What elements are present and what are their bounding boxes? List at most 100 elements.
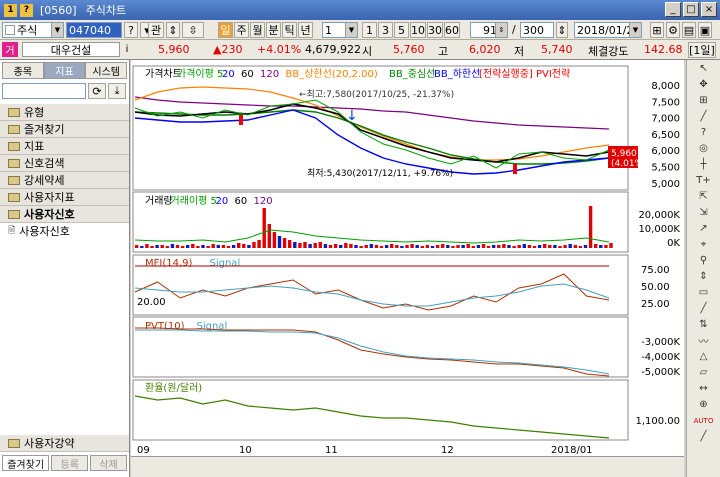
period-tick-button[interactable]: 틱 — [282, 22, 297, 38]
low-annotation: 최저:5,430(2017/12/11, +9.76%) — [307, 168, 453, 179]
tree-item-type[interactable]: 유형 — [0, 104, 129, 121]
draw-tool-11-icon[interactable]: ⌖ — [692, 237, 716, 252]
volume-bar — [145, 244, 149, 248]
volume-bar — [150, 246, 154, 248]
tree-item-favorites[interactable]: 즐겨찾기 — [0, 121, 129, 138]
compare-icon[interactable]: ⇕ — [166, 22, 180, 38]
tree-label: 유형 — [24, 106, 45, 119]
volume-bar — [298, 243, 302, 248]
draw-tool-22-icon[interactable]: AUTO — [692, 413, 716, 428]
draw-tool-17-icon[interactable]: 〰 — [692, 333, 716, 348]
draw-tool-18-icon[interactable]: △ — [692, 349, 716, 364]
tab-system[interactable]: 시스템 — [85, 62, 128, 79]
interval-1-button[interactable]: 1 — [362, 22, 377, 38]
volume-bar — [282, 238, 287, 248]
grid-icon[interactable]: ⊞ — [650, 22, 664, 38]
x-axis-label: 2018/01 — [551, 445, 593, 456]
volume-bar — [476, 245, 481, 248]
period-day-button[interactable]: 일 — [218, 22, 233, 38]
volume-bar — [553, 245, 557, 248]
interest-button[interactable]: 관 — [148, 22, 164, 38]
tree-item-indicator[interactable]: 지표 — [0, 138, 129, 155]
volume-bar — [374, 245, 379, 248]
draw-tool-14-icon[interactable]: ▭ — [692, 285, 716, 300]
draw-tool-6-icon[interactable]: ┼ — [692, 157, 716, 172]
favorites-button[interactable]: 즐겨찾기 — [2, 455, 50, 471]
chart-canvas[interactable]: 가격차트가격이평 520 60 120 BB_상한선(20,2.00) BB_중심선BB… — [131, 60, 684, 477]
tree-item-signal-search[interactable]: 신호검색 — [0, 155, 129, 172]
interval-5-button[interactable]: 5 — [394, 22, 409, 38]
tab-stock[interactable]: 종목 — [2, 62, 44, 79]
change-rate: +4.01% — [257, 43, 302, 56]
draw-tool-12-icon[interactable]: ⚲ — [692, 253, 716, 268]
period-minute-button[interactable]: 분 — [266, 22, 281, 38]
help-icon[interactable]: ? — [20, 3, 33, 17]
tree-item-strength[interactable]: 강세약세 — [0, 172, 129, 189]
date-select[interactable]: 2018/01/20 ▼ — [574, 22, 642, 38]
tree-item-user-signal[interactable]: 사용자신호 — [0, 206, 129, 223]
draw-tool-13-icon[interactable]: ⇕ — [692, 269, 716, 284]
interval-30-button[interactable]: 30 — [427, 22, 443, 38]
volume-bar — [543, 244, 547, 248]
tree-subitem[interactable]: 🗎 사용자신호 — [0, 223, 129, 239]
draw-tool-4-icon[interactable]: ? — [692, 125, 716, 140]
volume-bar — [344, 243, 348, 248]
draw-tool-8-icon[interactable]: ⇱ — [692, 189, 716, 204]
indicator-search-input[interactable] — [2, 83, 86, 99]
minimize-button[interactable]: _ — [665, 2, 681, 17]
draw-tool-19-icon[interactable]: ▱ — [692, 365, 716, 380]
draw-tool-5-icon[interactable]: ◎ — [692, 141, 716, 156]
market-select[interactable]: 주식 ▼ — [2, 22, 64, 38]
save-icon[interactable]: ▣ — [698, 22, 712, 38]
total-spin[interactable]: ⇕ — [556, 22, 568, 38]
volume-bar — [415, 245, 419, 248]
period-month-button[interactable]: 월 — [250, 22, 265, 38]
period-week-button[interactable]: 주 — [234, 22, 249, 38]
count-input[interactable]: 91 ⇕ — [470, 22, 508, 38]
draw-tool-0-icon[interactable]: ↖ — [692, 61, 716, 76]
draw-tool-1-icon[interactable]: ✥ — [692, 77, 716, 92]
info-icon[interactable]: i — [122, 42, 132, 57]
layout-icon[interactable]: ▤ — [682, 22, 696, 38]
link-icon[interactable]: ⇳ — [182, 22, 204, 38]
tree-item-user-indicator[interactable]: 사용자지표 — [0, 189, 129, 206]
delete-button[interactable]: 삭제 — [90, 455, 127, 471]
draw-tool-15-icon[interactable]: ╱ — [692, 301, 716, 316]
tab-indicator[interactable]: 지표 — [43, 62, 86, 79]
draw-tool-3-icon[interactable]: ╱ — [692, 109, 716, 124]
draw-tool-9-icon[interactable]: ⇲ — [692, 205, 716, 220]
volume-bar — [563, 245, 567, 248]
stock-code-input[interactable]: 047040 — [66, 22, 122, 38]
interval-60-button[interactable]: 60 — [444, 22, 460, 38]
download-icon[interactable]: ⤓ — [108, 83, 126, 99]
interval-select[interactable]: 1 ▼ — [322, 22, 358, 38]
interval-3-button[interactable]: 3 — [378, 22, 393, 38]
interval-10-button[interactable]: 10 — [410, 22, 426, 38]
sell-signal-marker: ↓ — [346, 108, 358, 124]
register-button[interactable]: 등록 — [51, 455, 89, 471]
draw-tool-10-icon[interactable]: ↗ — [692, 221, 716, 236]
day-period-button[interactable]: [1일] — [688, 42, 716, 58]
total-input[interactable]: 300 — [520, 22, 554, 38]
settings-icon[interactable]: ⚙ — [666, 22, 680, 38]
refresh-icon[interactable]: ⟳ — [88, 83, 106, 99]
quote-bar: 거 대우건설 i 5,960 ▲230 +4.01% 4,679,922 시 5… — [0, 40, 720, 60]
search-button[interactable]: ? — [124, 22, 138, 38]
draw-tool-2-icon[interactable]: ⊞ — [692, 93, 716, 108]
close-button[interactable]: × — [701, 2, 717, 17]
draw-tool-7-icon[interactable]: T+ — [692, 173, 716, 188]
low-value: 5,740 — [541, 43, 573, 56]
draw-tool-21-icon[interactable]: ⊕ — [692, 397, 716, 412]
draw-tool-16-icon[interactable]: ⇅ — [692, 317, 716, 332]
maximize-button[interactable]: □ — [683, 2, 699, 17]
draw-tool-23-icon[interactable]: ╱ — [692, 429, 716, 444]
draw-tool-20-icon[interactable]: ↔ — [692, 381, 716, 396]
period-year-button[interactable]: 년 — [298, 22, 313, 38]
volume-bar — [221, 245, 226, 248]
volume-bar — [175, 245, 180, 248]
volume-bar — [609, 243, 613, 248]
tree-item-user-strength[interactable]: 사용자강약 — [0, 435, 129, 452]
chart-area[interactable]: 가격차트 가격이평 5 20 60 120 BB_상한선(20,2.00) BB_중심선 BB… — [131, 60, 684, 477]
volume-bar — [364, 245, 368, 248]
volume-bar — [237, 243, 241, 248]
